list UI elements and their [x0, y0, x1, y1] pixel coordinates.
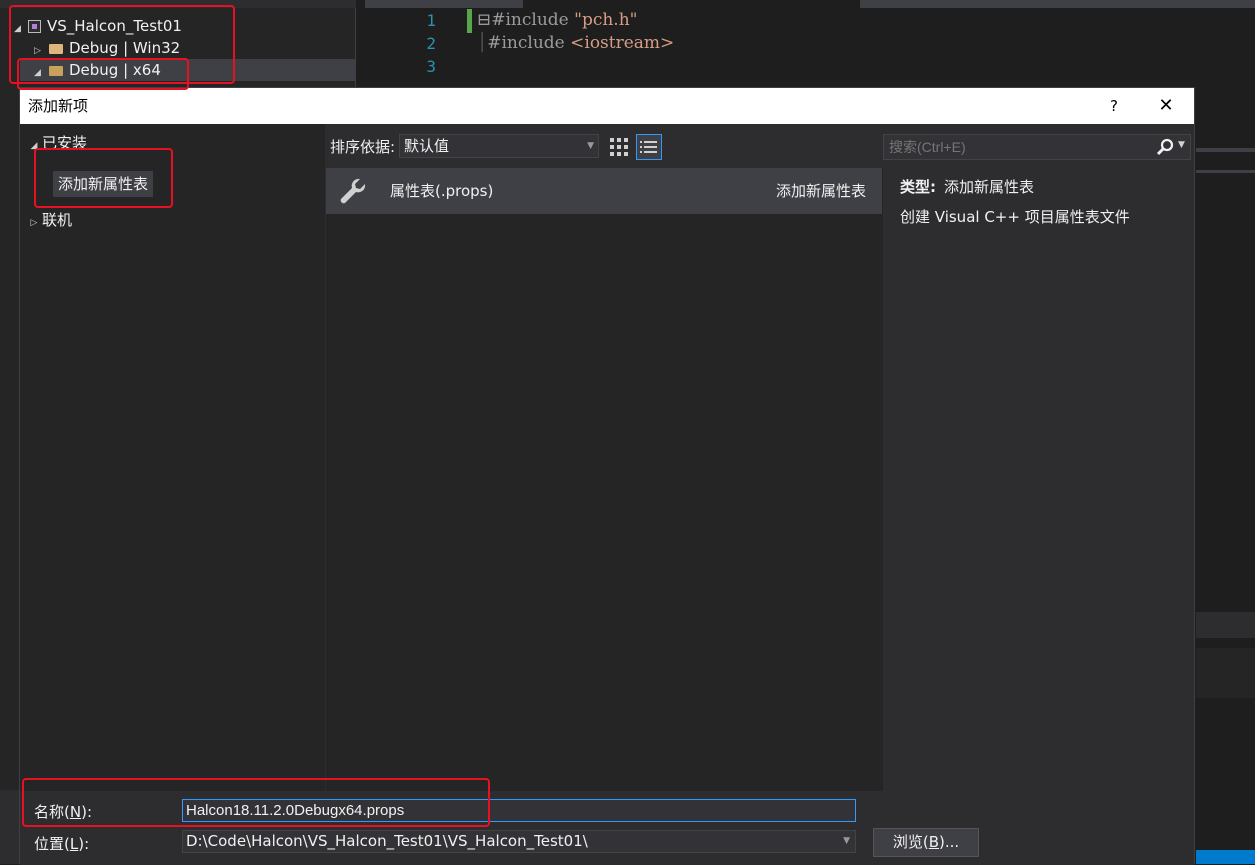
- template-name: 属性表(.props): [390, 182, 494, 200]
- type-description: 创建 Visual C++ 项目属性表文件: [900, 208, 1130, 226]
- tree-item-config-x64[interactable]: ◢ Debug | x64: [20, 59, 356, 81]
- location-value: D:\Code\Halcon\VS_Halcon_Test01\VS_Halco…: [186, 832, 588, 850]
- wrench-icon: [340, 178, 366, 204]
- outline-guide: │: [477, 33, 488, 53]
- include-directive: #include: [491, 10, 575, 30]
- include-directive: #include: [487, 33, 571, 53]
- code-line[interactable]: ⊟#include "pch.h": [477, 9, 637, 32]
- project-icon: [28, 20, 41, 33]
- small-icons-view-button[interactable]: [607, 134, 631, 158]
- bottom-panel-edge: [0, 790, 19, 864]
- name-input[interactable]: [182, 799, 856, 822]
- editor-nav-bar[interactable]: [860, 0, 1255, 8]
- template-category: 添加新属性表: [775, 182, 866, 200]
- solution-explorer-toolbar: [0, 0, 356, 8]
- dropdown-arrow-icon: ▼: [587, 141, 594, 151]
- output-panel: [1196, 648, 1255, 698]
- type-label: 类型:: [900, 178, 936, 196]
- line-number: 2: [426, 34, 436, 53]
- template-info-pane: ▼ 类型: 添加新属性表 创建 Visual C++ 项目属性表文件: [883, 124, 1194, 791]
- collapsed-arrow-icon[interactable]: ▷: [26, 212, 42, 234]
- search-options-icon[interactable]: ▼: [1178, 140, 1185, 150]
- category-add-property-sheet[interactable]: 添加新属性表: [53, 171, 154, 197]
- tree-item-project[interactable]: ◢ VS_Halcon_Test01: [14, 15, 182, 37]
- editor-tab[interactable]: [365, 0, 523, 8]
- tree-item-online[interactable]: ▷ 联机: [26, 209, 72, 231]
- search-box[interactable]: ▼: [883, 134, 1191, 160]
- type-value: 添加新属性表: [944, 178, 1035, 196]
- browse-button[interactable]: 浏览(B)...: [873, 828, 979, 857]
- open-folder-icon: [49, 66, 63, 76]
- dialog-title-bar[interactable]: 添加新项 ? ✕: [20, 88, 1194, 124]
- list-view-button[interactable]: [636, 134, 662, 160]
- search-icon[interactable]: [1154, 137, 1176, 157]
- code-line[interactable]: │#include <iostream>: [477, 32, 674, 55]
- project-name: VS_Halcon_Test01: [47, 17, 182, 35]
- expanded-arrow-icon[interactable]: ◢: [14, 18, 26, 40]
- template-list-pane: [325, 124, 883, 791]
- sort-value: 默认值: [404, 137, 450, 155]
- outline-collapse-icon[interactable]: ⊟: [477, 10, 491, 30]
- file-options-area: 名称(N): 位置(L): D:\Code\Halcon\VS_Halcon_T…: [20, 791, 1194, 865]
- close-button[interactable]: ✕: [1152, 88, 1180, 124]
- search-input[interactable]: [884, 135, 1149, 159]
- folder-icon: [49, 44, 63, 54]
- location-dropdown[interactable]: D:\Code\Halcon\VS_Halcon_Test01\VS_Halco…: [182, 830, 856, 853]
- change-indicator: [467, 9, 472, 33]
- status-bar: [1196, 850, 1255, 864]
- name-label: 名称(N):: [34, 803, 92, 821]
- dropdown-arrow-icon: ▼: [843, 836, 850, 846]
- config-label: Debug | x64: [69, 61, 161, 79]
- include-path: <iostream>: [570, 33, 675, 53]
- include-path: "pch.h": [574, 10, 638, 30]
- location-label: 位置(L):: [34, 835, 90, 853]
- panel-divider: [1196, 148, 1255, 152]
- template-category-pane: ◢ 已安装 添加新属性表 ▷ 联机: [20, 124, 325, 791]
- expanded-arrow-icon[interactable]: ◢: [34, 62, 46, 84]
- add-new-item-dialog: 添加新项 ? ✕ ◢ 已安装 添加新属性表 ▷ 联机 排序依据: 默认值 ▼ 属…: [19, 87, 1195, 865]
- tree-item-installed[interactable]: ◢ 已安装: [26, 132, 87, 154]
- config-label: Debug | Win32: [69, 39, 181, 57]
- online-label: 联机: [42, 211, 73, 229]
- expanded-arrow-icon[interactable]: ◢: [26, 135, 42, 157]
- output-panel-header: [1196, 612, 1255, 638]
- sort-dropdown[interactable]: 默认值 ▼: [399, 134, 599, 158]
- installed-label: 已安装: [42, 134, 88, 152]
- template-item-props[interactable]: 属性表(.props) 添加新属性表: [326, 168, 882, 214]
- sort-label: 排序依据:: [330, 138, 396, 156]
- panel-divider: [1196, 170, 1255, 173]
- sort-toolbar: 排序依据: 默认值 ▼: [325, 124, 883, 168]
- line-number: 3: [426, 57, 436, 76]
- tree-item-config-win32[interactable]: ▷ Debug | Win32: [34, 37, 180, 59]
- line-number: 1: [426, 11, 436, 30]
- dialog-title: 添加新项: [28, 97, 89, 115]
- help-button[interactable]: ?: [1100, 88, 1128, 124]
